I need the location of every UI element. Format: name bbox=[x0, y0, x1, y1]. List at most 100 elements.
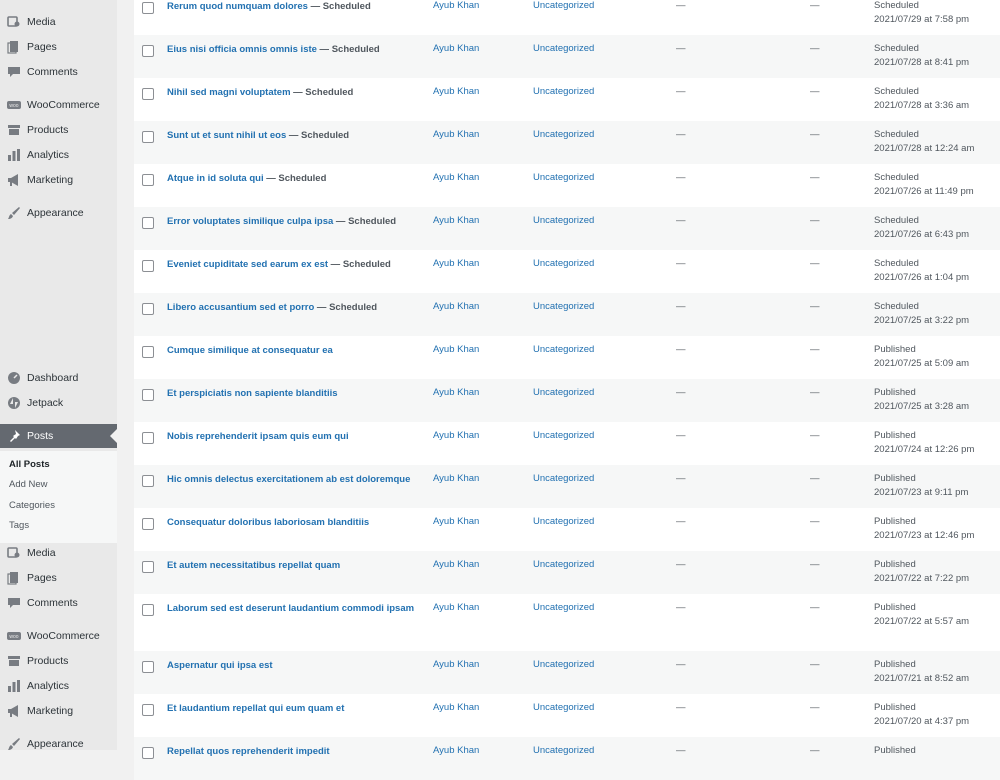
post-author-link[interactable]: Ayub Khan bbox=[433, 387, 479, 398]
row-checkbox[interactable] bbox=[142, 561, 154, 573]
sidebar-item-dashboard[interactable]: Dashboard bbox=[0, 366, 117, 390]
submenu-all-posts[interactable]: All Posts bbox=[9, 459, 50, 470]
submenu-add-new[interactable]: Add New bbox=[9, 479, 48, 490]
sidebar-item-products[interactable]: Products bbox=[0, 118, 117, 142]
sidebar-item-label: Pages bbox=[27, 572, 57, 584]
post-category-link[interactable]: Uncategorized bbox=[533, 559, 594, 570]
row-checkbox[interactable] bbox=[142, 217, 154, 229]
row-checkbox[interactable] bbox=[142, 432, 154, 444]
post-author-link[interactable]: Ayub Khan bbox=[433, 172, 479, 183]
sidebar-item-pages[interactable]: Pages bbox=[0, 566, 117, 590]
post-title-link[interactable]: Atque in id soluta qui bbox=[167, 173, 264, 184]
sidebar-item-marketing[interactable]: Marketing bbox=[0, 699, 117, 723]
post-category-link[interactable]: Uncategorized bbox=[533, 0, 594, 11]
post-category-link[interactable]: Uncategorized bbox=[533, 258, 594, 269]
row-checkbox[interactable] bbox=[142, 303, 154, 315]
row-checkbox[interactable] bbox=[142, 174, 154, 186]
sidebar-item-label: Products bbox=[27, 124, 69, 136]
post-author-link[interactable]: Ayub Khan bbox=[433, 473, 479, 484]
sidebar-item-comments[interactable]: Comments bbox=[0, 591, 117, 615]
sidebar-item-pages[interactable]: Pages bbox=[0, 35, 117, 59]
post-title-link[interactable]: Consequatur doloribus laboriosam blandit… bbox=[167, 517, 369, 528]
row-checkbox[interactable] bbox=[142, 2, 154, 14]
row-checkbox[interactable] bbox=[142, 747, 154, 759]
row-checkbox[interactable] bbox=[142, 389, 154, 401]
row-checkbox[interactable] bbox=[142, 88, 154, 100]
sidebar-item-posts[interactable]: Posts bbox=[0, 424, 117, 448]
post-title-link[interactable]: Nihil sed magni voluptatem bbox=[167, 87, 291, 98]
post-author-link[interactable]: Ayub Khan bbox=[433, 86, 479, 97]
post-title-link[interactable]: Eius nisi officia omnis omnis iste bbox=[167, 44, 317, 55]
post-date: 2021/07/23 at 12:46 pm bbox=[874, 530, 975, 541]
post-title-link[interactable]: Eveniet cupiditate sed earum ex est bbox=[167, 259, 328, 270]
row-checkbox[interactable] bbox=[142, 346, 154, 358]
post-category-link[interactable]: Uncategorized bbox=[533, 215, 594, 226]
row-checkbox[interactable] bbox=[142, 604, 154, 616]
post-category-link[interactable]: Uncategorized bbox=[533, 129, 594, 140]
sidebar-item-woocommerce[interactable]: woo WooCommerce bbox=[0, 93, 117, 117]
post-title-link[interactable]: Et laudantium repellat qui eum quam et bbox=[167, 703, 344, 714]
row-checkbox[interactable] bbox=[142, 661, 154, 673]
post-category-link[interactable]: Uncategorized bbox=[533, 344, 594, 355]
post-author-link[interactable]: Ayub Khan bbox=[433, 559, 479, 570]
post-category-link[interactable]: Uncategorized bbox=[533, 86, 594, 97]
sidebar-item-media[interactable]: Media bbox=[0, 10, 117, 34]
post-author-link[interactable]: Ayub Khan bbox=[433, 430, 479, 441]
post-title-link[interactable]: Repellat quos reprehenderit impedit bbox=[167, 746, 330, 757]
post-category-link[interactable]: Uncategorized bbox=[533, 43, 594, 54]
post-author-link[interactable]: Ayub Khan bbox=[433, 258, 479, 269]
post-title-link[interactable]: Cumque similique at consequatur ea bbox=[167, 345, 333, 356]
post-title-link[interactable]: Laborum sed est deserunt laudantium comm… bbox=[167, 603, 414, 614]
post-category-link[interactable]: Uncategorized bbox=[533, 430, 594, 441]
sidebar-item-appearance[interactable]: Appearance bbox=[0, 201, 117, 225]
row-checkbox[interactable] bbox=[142, 704, 154, 716]
sidebar-item-analytics[interactable]: Analytics bbox=[0, 674, 117, 698]
post-author-link[interactable]: Ayub Khan bbox=[433, 43, 479, 54]
sidebar-item-analytics[interactable]: Analytics bbox=[0, 143, 117, 167]
post-author-link[interactable]: Ayub Khan bbox=[433, 215, 479, 226]
post-category-link[interactable]: Uncategorized bbox=[533, 387, 594, 398]
post-title-link[interactable]: Sunt ut et sunt nihil ut eos bbox=[167, 130, 286, 141]
post-category-link[interactable]: Uncategorized bbox=[533, 473, 594, 484]
post-author-link[interactable]: Ayub Khan bbox=[433, 344, 479, 355]
sidebar-item-appearance[interactable]: Appearance bbox=[0, 732, 117, 756]
post-category-link[interactable]: Uncategorized bbox=[533, 602, 594, 613]
post-title-link[interactable]: Error voluptates similique culpa ipsa bbox=[167, 216, 333, 227]
post-author-link[interactable]: Ayub Khan bbox=[433, 702, 479, 713]
post-title-link[interactable]: Et autem necessitatibus repellat quam bbox=[167, 560, 340, 571]
post-category-link[interactable]: Uncategorized bbox=[533, 659, 594, 670]
sidebar-item-woocommerce[interactable]: woo WooCommerce bbox=[0, 624, 117, 648]
post-title-link[interactable]: Et perspiciatis non sapiente blanditiis bbox=[167, 388, 338, 399]
post-author-link[interactable]: Ayub Khan bbox=[433, 129, 479, 140]
post-title-link[interactable]: Aspernatur qui ipsa est bbox=[167, 660, 273, 671]
post-category-link[interactable]: Uncategorized bbox=[533, 301, 594, 312]
sidebar-item-marketing[interactable]: Marketing bbox=[0, 168, 117, 192]
row-checkbox[interactable] bbox=[142, 518, 154, 530]
post-author-link[interactable]: Ayub Khan bbox=[433, 301, 479, 312]
post-author-link[interactable]: Ayub Khan bbox=[433, 745, 479, 756]
sidebar-item-products[interactable]: Products bbox=[0, 649, 117, 673]
sidebar-item-comments[interactable]: Comments bbox=[0, 60, 117, 84]
post-category-link[interactable]: Uncategorized bbox=[533, 702, 594, 713]
submenu-categories[interactable]: Categories bbox=[9, 500, 55, 511]
post-title-link[interactable]: Nobis reprehenderit ipsam quis eum qui bbox=[167, 431, 349, 442]
row-checkbox[interactable] bbox=[142, 131, 154, 143]
post-title-link[interactable]: Libero accusantium sed et porro bbox=[167, 302, 314, 313]
post-category-link[interactable]: Uncategorized bbox=[533, 172, 594, 183]
sidebar-item-label: Marketing bbox=[27, 705, 74, 717]
row-checkbox[interactable] bbox=[142, 260, 154, 272]
post-category-link[interactable]: Uncategorized bbox=[533, 516, 594, 527]
post-category-link[interactable]: Uncategorized bbox=[533, 745, 594, 756]
post-title-link[interactable]: Hic omnis delectus exercitationem ab est… bbox=[167, 474, 410, 485]
sidebar-item-media[interactable]: Media bbox=[0, 541, 117, 565]
submenu-tags[interactable]: Tags bbox=[9, 520, 29, 531]
row-checkbox[interactable] bbox=[142, 45, 154, 57]
post-author-link[interactable]: Ayub Khan bbox=[433, 0, 479, 11]
post-author-link[interactable]: Ayub Khan bbox=[433, 602, 479, 613]
post-author-link[interactable]: Ayub Khan bbox=[433, 659, 479, 670]
post-title-cell: Cumque similique at consequatur ea bbox=[167, 344, 423, 358]
sidebar-item-jetpack[interactable]: Jetpack bbox=[0, 391, 117, 415]
post-title-link[interactable]: Rerum quod numquam dolores bbox=[167, 1, 308, 12]
post-author-link[interactable]: Ayub Khan bbox=[433, 516, 479, 527]
row-checkbox[interactable] bbox=[142, 475, 154, 487]
